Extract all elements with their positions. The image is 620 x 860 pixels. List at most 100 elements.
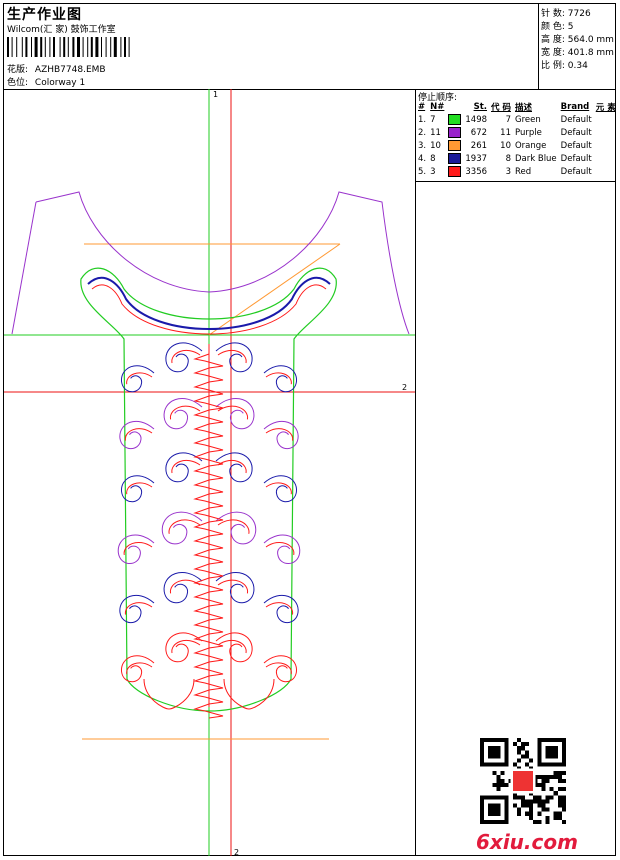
col-index: # <box>418 102 426 112</box>
axis-label-v-green: 1 <box>213 90 218 99</box>
design-label: 花版: <box>7 65 29 75</box>
center-spine-red <box>193 344 224 719</box>
page-title: 生产作业图 <box>7 7 82 23</box>
row-stitches: 3356 <box>465 166 488 177</box>
colorway-row: 色位: Colorway 1 <box>7 75 85 88</box>
stat-row: 宽 度: 401.8 mm <box>541 48 614 58</box>
color-swatch <box>448 140 462 151</box>
stat-row: 比 例: 0.34 <box>541 61 588 71</box>
design-value: AZHB7748.EMB <box>34 65 106 75</box>
divider-design <box>415 89 416 856</box>
stat-row: 针 数: 7726 <box>541 9 591 19</box>
scroll-curl <box>121 365 155 393</box>
row-index: 3. <box>418 140 427 151</box>
row-needle: 8 <box>430 153 436 164</box>
row-desc: Red <box>514 166 532 177</box>
embroidery-design-canvas: 1 2 2 <box>4 89 415 856</box>
col-code: 代 码 <box>491 103 511 113</box>
row-element <box>594 152 618 165</box>
color-legend-table: # N# St. 代 码 描述 Brand 元 素 1. 7 1498 7 Green D… <box>416 101 618 178</box>
scroll-curl <box>215 572 255 604</box>
row-element <box>594 165 618 178</box>
row-index: 2. <box>418 127 427 138</box>
qr-code <box>480 738 566 824</box>
row-code: 3 <box>505 166 511 177</box>
row-index: 4. <box>418 153 427 164</box>
scroll-curl <box>215 342 253 373</box>
barcode <box>7 37 130 57</box>
col-desc: 描述 <box>514 103 532 113</box>
colorway-value: Colorway 1 <box>34 78 86 88</box>
scroll-curl-inner <box>265 372 292 385</box>
row-index: 5. <box>418 166 427 177</box>
col-stitches: St. <box>473 102 488 112</box>
axis-label-v-red: 2 <box>234 848 239 856</box>
row-desc: Green <box>514 114 541 125</box>
scroll-curl <box>263 594 299 624</box>
col-element: 元 素 <box>595 103 616 113</box>
row-element <box>594 139 618 152</box>
scroll-curl <box>215 511 257 545</box>
row-needle: 10 <box>430 140 441 151</box>
legend-row: 1. 7 1498 7 Green Default <box>416 113 618 126</box>
row-swatch <box>446 152 463 165</box>
row-brand: Default <box>560 153 592 164</box>
scroll-curl-inner <box>265 482 292 495</box>
row-element <box>594 126 618 139</box>
row-brand: Default <box>560 127 592 138</box>
scroll-curl <box>165 342 203 373</box>
row-brand: Default <box>560 140 592 151</box>
garment-outline-purple <box>35 191 410 335</box>
row-code: 10 <box>500 140 511 151</box>
row-stitches: 261 <box>470 140 488 151</box>
row-stitches: 1937 <box>465 153 488 164</box>
scroll-curl <box>263 365 297 393</box>
divider-legend <box>415 181 616 182</box>
scroll-curl <box>263 534 301 565</box>
scroll-curl <box>161 511 203 545</box>
row-swatch <box>446 113 463 126</box>
stat-row: 颜 色: 5 <box>541 22 574 32</box>
scroll-curl <box>263 475 297 503</box>
row-desc: Purple <box>514 127 542 138</box>
scroll-curl <box>119 594 155 624</box>
row-brand: Default <box>560 114 592 125</box>
row-brand: Default <box>560 166 592 177</box>
row-code: 11 <box>500 127 511 138</box>
colorway-label: 色位: <box>7 78 29 88</box>
scroll-curl-inner <box>265 662 292 675</box>
legend-row: 5. 3 3356 3 Red Default <box>416 165 618 178</box>
scroll-curl <box>215 632 253 663</box>
row-stitches: 1498 <box>465 114 488 125</box>
scroll-curl <box>117 534 155 565</box>
scroll-curl-inner <box>126 482 153 495</box>
row-needle: 11 <box>430 127 441 138</box>
color-swatch <box>448 114 462 125</box>
row-code: 7 <box>505 114 511 125</box>
row-index: 1. <box>418 114 427 125</box>
col-swatch <box>446 101 463 113</box>
legend-header-row: # N# St. 代 码 描述 Brand 元 素 <box>416 101 618 113</box>
watermark-logo: 6xiu.com <box>476 830 578 854</box>
scroll-curl <box>163 398 203 430</box>
row-swatch <box>446 126 463 139</box>
row-needle: 3 <box>430 166 436 177</box>
legend-row: 4. 8 1937 8 Dark Blue Default <box>416 152 618 165</box>
color-swatch <box>448 127 462 138</box>
legend-row: 3. 10 261 10 Orange Default <box>416 139 618 152</box>
row-needle: 7 <box>430 114 436 125</box>
scroll-curl <box>215 398 255 430</box>
row-desc: Dark Blue <box>514 153 557 164</box>
company-name: Wilcom(汇 家) 鼓饰工作室 <box>7 25 116 35</box>
scroll-curl <box>165 632 203 663</box>
row-stitches: 672 <box>470 127 488 138</box>
seal-stamp-icon <box>512 770 534 792</box>
garment-hem-left <box>11 201 37 335</box>
scroll-curl-inner <box>126 662 153 675</box>
row-code: 8 <box>505 153 511 164</box>
color-swatch <box>448 166 462 177</box>
col-brand: Brand <box>560 102 590 112</box>
color-swatch <box>448 153 462 164</box>
divider-stats <box>538 3 539 89</box>
legend-row: 2. 11 672 11 Purple Default <box>416 126 618 139</box>
